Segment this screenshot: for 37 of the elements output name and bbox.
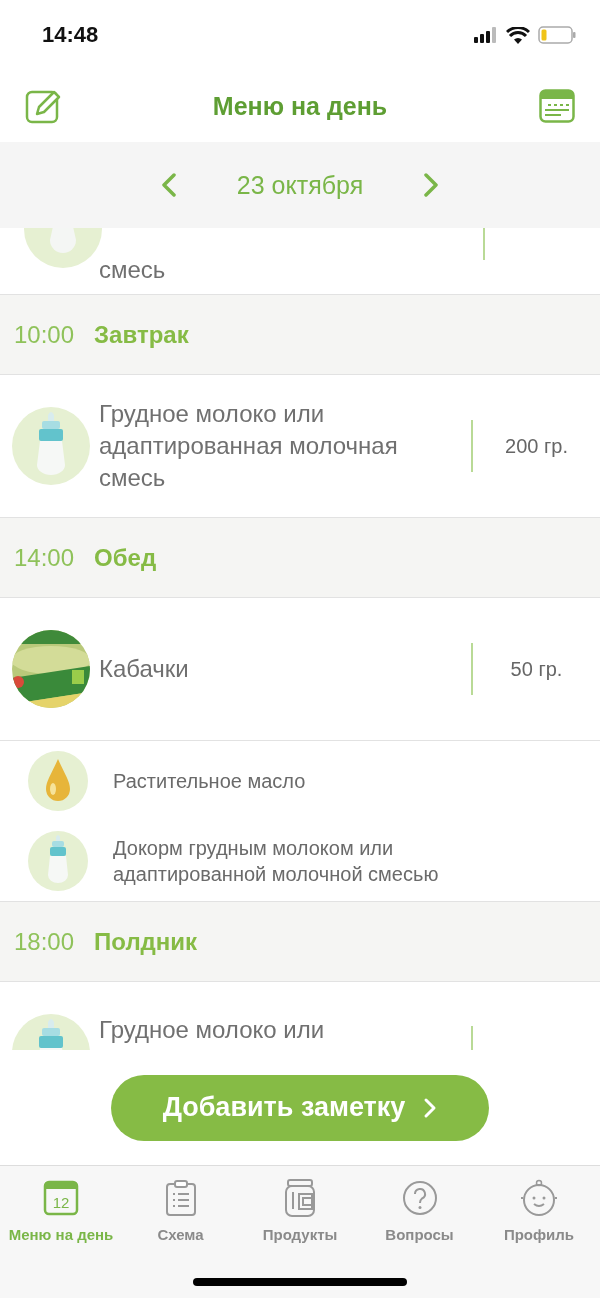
food-amount: 50 гр. xyxy=(509,657,564,681)
calendar-icon[interactable] xyxy=(539,89,575,123)
baby-face-icon xyxy=(520,1179,558,1217)
wifi-icon xyxy=(506,26,530,44)
calendar-icon: 12 xyxy=(43,1180,79,1216)
food-amount: 200 гр. xyxy=(504,434,569,458)
tab-bar-item[interactable]: Вопросы xyxy=(360,1178,479,1243)
food-name: Грудное молоко или адаптированная молочная смесь xyxy=(99,399,399,493)
meal-time: 14:00 xyxy=(14,543,75,572)
status-time: 14:48 xyxy=(42,22,99,48)
tab-bar-item[interactable]: Схема xyxy=(121,1178,240,1243)
meal-time: 10:00 xyxy=(14,320,75,349)
meal-time: 18:00 xyxy=(14,927,75,956)
add-note-button[interactable]: Добавить заметку xyxy=(111,1074,489,1141)
battery-icon xyxy=(538,26,576,44)
meal-name: Обед xyxy=(94,543,157,572)
meal-name: Завтрак xyxy=(94,320,189,349)
screen-title: Меню на день xyxy=(212,91,388,121)
oil-drop-icon xyxy=(28,751,88,811)
edit-icon[interactable] xyxy=(25,88,61,124)
next-day-button[interactable] xyxy=(423,173,440,197)
jar-icon xyxy=(284,1179,316,1217)
tab-bar-item[interactable]: Профиль xyxy=(480,1178,598,1243)
help-icon xyxy=(401,1180,438,1216)
supplement-name: Растительное масло xyxy=(113,769,307,794)
clipboard-icon xyxy=(164,1180,197,1216)
food-name: смесь xyxy=(99,255,167,285)
food-name: Кабачки xyxy=(99,654,190,684)
supplement-name: Докорм грудным молоком или адаптированной молочной смесью xyxy=(113,836,440,887)
date-label: 23 октября xyxy=(236,170,364,200)
food-name: Грудное молоко или xyxy=(99,1015,326,1045)
chevron-icon xyxy=(423,1096,438,1119)
tab-bar-item[interactable]: Продукты xyxy=(241,1178,359,1243)
previous-day-button[interactable] xyxy=(160,173,177,197)
signal-icon xyxy=(474,27,498,43)
tab-bar-item[interactable]: 12 Меню на день xyxy=(2,1178,120,1243)
meal-name: Полдник xyxy=(94,927,198,956)
